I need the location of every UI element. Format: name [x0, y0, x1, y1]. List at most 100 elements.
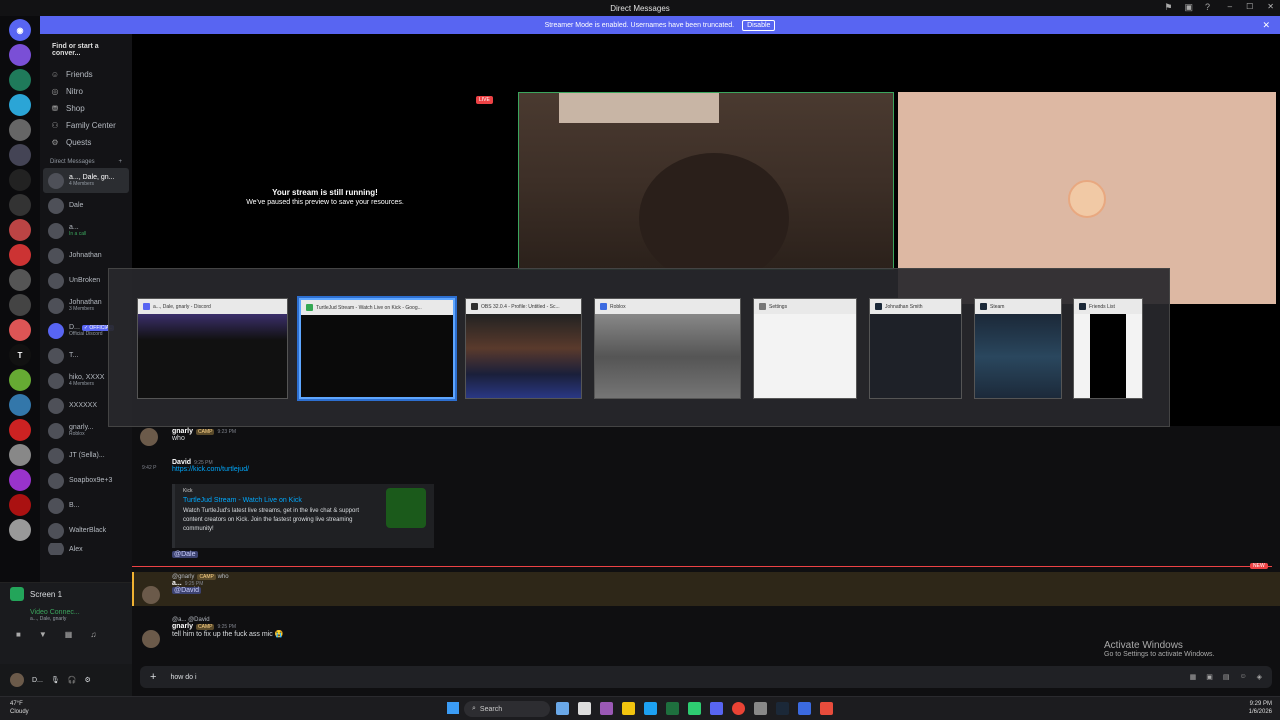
close-button[interactable]: ✕: [1267, 2, 1274, 11]
dm-item[interactable]: Alex: [40, 543, 132, 555]
maximize-button[interactable]: ☐: [1246, 2, 1253, 11]
highlighted-message: [132, 572, 1280, 606]
message-composer[interactable]: + how do i ▦ ▣ ▤ ☺ ◈: [140, 666, 1272, 688]
server-icon[interactable]: [9, 319, 31, 341]
emoji-icon[interactable]: ☺: [1239, 673, 1246, 681]
taskbar-clock[interactable]: 9:29 PM 1/6/2026: [1249, 700, 1272, 716]
window-thumb-steam-chat[interactable]: Johnathan Smith: [869, 298, 962, 399]
server-icon[interactable]: [9, 194, 31, 216]
server-icon[interactable]: [9, 419, 31, 441]
window-thumb-friends-list[interactable]: Friends List: [1073, 298, 1143, 399]
window-thumb-steam[interactable]: Steam: [974, 298, 1062, 399]
server-icon[interactable]: [9, 369, 31, 391]
taskbar-search[interactable]: ⌕ Search: [464, 701, 550, 717]
nav-family-center[interactable]: ⚇ Family Center: [40, 117, 132, 134]
window-thumb-obs[interactable]: OBS 32.0.4 - Profile: Untitled - Sc...: [465, 298, 582, 399]
mention[interactable]: @Dale: [172, 551, 198, 558]
dm-sub: Roblox: [69, 431, 85, 437]
server-icon[interactable]: [9, 469, 31, 491]
steam-icon[interactable]: [776, 702, 789, 715]
window-thumb-discord[interactable]: a..., Dale, gnarly - Discord: [137, 298, 288, 399]
server-icon[interactable]: [9, 219, 31, 241]
obs-icon[interactable]: [754, 702, 767, 715]
clock-time: 9:29 PM: [1249, 701, 1272, 707]
help-icon[interactable]: ?: [1205, 2, 1210, 13]
gif-icon[interactable]: ▣: [1206, 673, 1213, 681]
nav-quests[interactable]: ⚙ Quests: [40, 134, 132, 151]
task-view-icon[interactable]: [578, 702, 591, 715]
screen-share-row[interactable]: Screen 1: [0, 583, 132, 605]
server-icon[interactable]: [9, 169, 31, 191]
window-thumb-roblox[interactable]: Roblox: [594, 298, 741, 399]
server-icon[interactable]: [9, 244, 31, 266]
server-icon[interactable]: [9, 69, 31, 91]
server-icon[interactable]: [9, 44, 31, 66]
nav-shop[interactable]: ⛃ Shop: [40, 100, 132, 117]
mic-icon[interactable]: 🎙: [51, 676, 60, 684]
pin-icon[interactable]: ⚑: [1164, 2, 1172, 13]
thumb-title: Johnathan Smith: [885, 303, 923, 310]
server-icon[interactable]: [9, 94, 31, 116]
dm-item[interactable]: a... In a call: [40, 218, 132, 243]
app-icon[interactable]: [666, 702, 679, 715]
gear-icon[interactable]: ⚙: [85, 676, 91, 684]
app-icon[interactable]: [820, 702, 833, 715]
share-icon[interactable]: ▼: [39, 630, 47, 639]
server-icon[interactable]: [9, 119, 31, 141]
avatar[interactable]: [10, 673, 24, 687]
sticker-icon[interactable]: ▤: [1223, 673, 1230, 681]
server-icon[interactable]: [9, 269, 31, 291]
weather-widget[interactable]: 47°F Cloudy: [10, 700, 29, 716]
author-name[interactable]: gnarly: [172, 428, 193, 435]
discord-icon[interactable]: [710, 702, 723, 715]
find-conversation-input[interactable]: Find or start a conver...: [44, 40, 128, 60]
headset-icon[interactable]: 🎧: [68, 676, 77, 684]
server-icon[interactable]: T: [9, 344, 31, 366]
app-icon[interactable]: [556, 702, 569, 715]
server-icon[interactable]: [9, 394, 31, 416]
file-explorer-icon[interactable]: [622, 702, 635, 715]
message-link[interactable]: https://kick.com/turtlejud/: [172, 466, 249, 473]
edge-icon[interactable]: [644, 702, 657, 715]
dm-item[interactable]: B...: [40, 493, 132, 518]
author-name[interactable]: David: [172, 459, 191, 466]
dm-name: Alex: [69, 545, 83, 553]
camera-icon[interactable]: ■: [16, 630, 21, 639]
message-input[interactable]: how do i: [170, 674, 196, 681]
window-thumb-chrome-kick[interactable]: TurtleJud Stream - Watch Live on Kick - …: [299, 298, 455, 399]
server-icon[interactable]: [9, 494, 31, 516]
dm-item[interactable]: a..., Dale, gn... 4 Members: [43, 168, 129, 193]
apps-icon[interactable]: ◈: [1257, 673, 1262, 681]
server-icon[interactable]: [9, 144, 31, 166]
banner-close-icon[interactable]: ✕: [1262, 20, 1270, 31]
app-icon[interactable]: [600, 702, 613, 715]
soundboard-icon[interactable]: ♫: [90, 630, 96, 639]
author-name[interactable]: gnarly: [172, 623, 193, 630]
video-tile-camera[interactable]: [518, 92, 894, 270]
author-name[interactable]: a...: [172, 580, 182, 587]
add-attachment-button[interactable]: +: [150, 671, 156, 683]
server-icon[interactable]: [9, 444, 31, 466]
app-icon[interactable]: [688, 702, 701, 715]
nav-nitro[interactable]: ◎ Nitro: [40, 83, 132, 100]
mention[interactable]: @David: [172, 587, 202, 594]
dm-item[interactable]: Soapbox9e+3: [40, 468, 132, 493]
minimize-button[interactable]: –: [1228, 2, 1232, 11]
create-dm-button[interactable]: +: [118, 159, 122, 165]
gift-icon[interactable]: ▦: [1190, 673, 1197, 681]
nav-friends[interactable]: ☺ Friends: [40, 66, 132, 83]
chrome-icon[interactable]: [732, 702, 745, 715]
window-thumb-settings[interactable]: Settings: [753, 298, 857, 399]
windows-start-icon[interactable]: [447, 702, 459, 714]
dm-item[interactable]: Johnathan: [40, 243, 132, 268]
dm-item[interactable]: Dale: [40, 193, 132, 218]
roblox-icon[interactable]: [798, 702, 811, 715]
activity-icon[interactable]: ▦: [65, 630, 73, 639]
server-icon[interactable]: [9, 519, 31, 541]
disable-button[interactable]: Disable: [742, 19, 776, 31]
inbox-icon[interactable]: ▣: [1184, 2, 1193, 13]
dm-item[interactable]: JT (Sella)...: [40, 443, 132, 468]
discord-home-icon[interactable]: ◉: [9, 19, 31, 41]
server-icon[interactable]: [9, 294, 31, 316]
dm-item[interactable]: WalterBlack: [40, 518, 132, 543]
